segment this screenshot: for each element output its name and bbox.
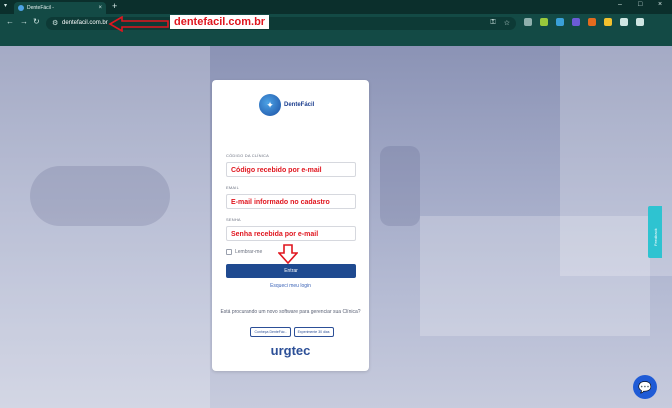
- tab-close-icon[interactable]: ×: [98, 5, 102, 11]
- remember-label: Lembrar-me: [235, 249, 263, 255]
- clinic-code-field[interactable]: Código recebido por e-mail: [226, 162, 356, 177]
- bookmark-star-icon[interactable]: ☆: [504, 19, 510, 27]
- login-button[interactable]: Entrar: [226, 264, 356, 278]
- new-tab-button[interactable]: +: [112, 1, 117, 11]
- email-field[interactable]: E-mail informado no cadastro: [226, 194, 356, 209]
- tab-title: DenteFácil -: [27, 5, 54, 11]
- background-image: [0, 46, 210, 408]
- annotation-url-label: dentefacil.com.br: [170, 15, 270, 29]
- bookmark-bar: [0, 32, 672, 46]
- extension-icon[interactable]: [572, 18, 580, 26]
- back-arrow-icon[interactable]: ←: [6, 17, 14, 26]
- remember-me[interactable]: Lembrar-me: [226, 249, 262, 255]
- minimize-button[interactable]: –: [618, 1, 622, 8]
- extensions-puzzle-icon[interactable]: [620, 18, 628, 26]
- brand-name: DenteFácil: [284, 102, 315, 108]
- chat-bubble-icon[interactable]: 💬: [633, 375, 657, 399]
- tooth-logo-icon: ✦: [259, 94, 281, 116]
- extension-icon[interactable]: [604, 18, 612, 26]
- remember-checkbox[interactable]: [226, 249, 232, 255]
- forward-arrow-icon[interactable]: →: [20, 17, 28, 26]
- extension-icon[interactable]: [524, 18, 532, 26]
- feedback-label: Feedback: [653, 228, 658, 246]
- browser-tab[interactable]: DenteFácil - ×: [14, 2, 106, 14]
- page-background: ✦ DenteFácil CÓDIGO DA CLÍNICA Código re…: [0, 46, 672, 408]
- password-field[interactable]: Senha recebida por e-mail: [226, 226, 356, 241]
- tab-favicon-icon: [18, 5, 24, 11]
- login-card: ✦ DenteFácil CÓDIGO DA CLÍNICA Código re…: [212, 80, 369, 371]
- annotation-down-arrow-icon: [278, 244, 298, 264]
- background-image: [30, 166, 170, 226]
- close-window-button[interactable]: ×: [658, 1, 662, 8]
- extension-icon[interactable]: [588, 18, 596, 26]
- extension-icon[interactable]: [556, 18, 564, 26]
- feedback-tab[interactable]: Feedback: [648, 206, 662, 258]
- promo-buttons: Conheça DenteFác.. Experimente 30 dias: [236, 327, 348, 337]
- know-dentefacil-button[interactable]: Conheça DenteFác..: [250, 327, 291, 337]
- reload-icon[interactable]: ↻: [33, 17, 40, 26]
- password-label: SENHA: [226, 217, 241, 222]
- promo-text: Está procurando um novo software para ge…: [220, 309, 361, 315]
- trial-button[interactable]: Experimente 30 dias: [293, 327, 334, 337]
- company-logo: urgtec: [270, 343, 311, 358]
- password-key-icon[interactable]: ⚿: [490, 19, 495, 27]
- tab-search-icon[interactable]: ▾: [4, 2, 7, 9]
- address-url[interactable]: dentefacil.com.br: [62, 20, 108, 26]
- browser-tab-bar: ▾ DenteFácil - × + – □ ×: [0, 0, 672, 14]
- clinic-code-label: CÓDIGO DA CLÍNICA: [226, 153, 269, 158]
- annotation-arrow-icon: [108, 16, 169, 32]
- browser-toolbar: ← → ↻ ⚙ dentefacil.com.br ⚿ ☆: [0, 14, 672, 32]
- email-label: EMAIL: [226, 185, 240, 190]
- forgot-login-link[interactable]: Esqueci meu login: [212, 283, 369, 289]
- extension-icon[interactable]: [540, 18, 548, 26]
- maximize-button[interactable]: □: [638, 1, 642, 8]
- side-panel-icon[interactable]: [636, 18, 644, 26]
- background-image: [380, 146, 420, 226]
- site-info-icon[interactable]: ⚙: [52, 19, 58, 27]
- brand-logo: ✦ DenteFácil: [259, 90, 323, 120]
